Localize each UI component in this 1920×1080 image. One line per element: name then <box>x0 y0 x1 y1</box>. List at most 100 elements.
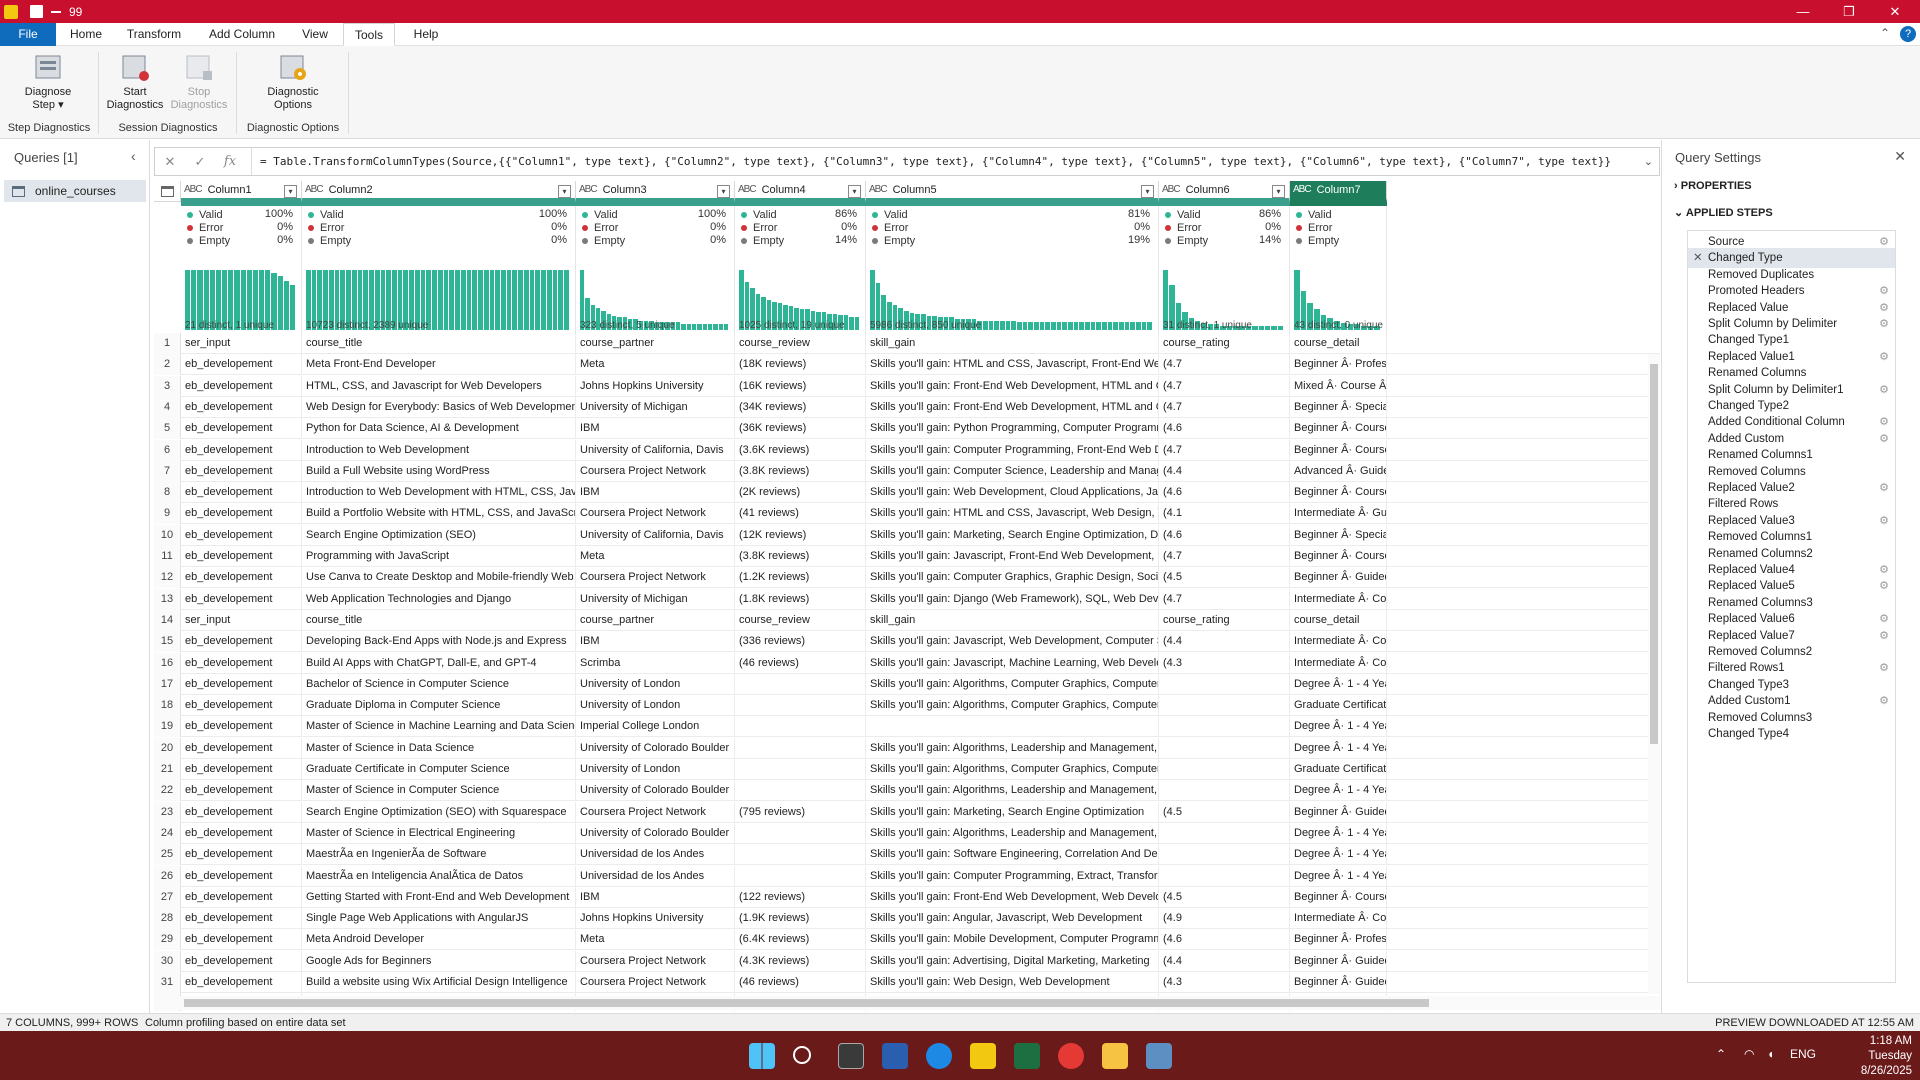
table-cell[interactable]: University of California, Davis <box>576 524 735 546</box>
row-number[interactable]: 10 <box>154 524 181 546</box>
power-bi-icon[interactable] <box>970 1043 996 1069</box>
table-cell[interactable]: Master of Science in Data Science <box>302 737 576 759</box>
table-cell[interactable]: (4.6 <box>1159 524 1290 546</box>
table-cell[interactable] <box>1159 822 1290 844</box>
table-cell[interactable]: (4.7 <box>1159 375 1290 397</box>
table-cell[interactable]: Introduction to Web Development with HTM… <box>302 482 576 504</box>
text-type-icon[interactable]: ABC <box>738 184 757 195</box>
table-cell[interactable]: IBM <box>576 418 735 440</box>
table-cell[interactable]: Scrimba <box>576 652 735 674</box>
table-cell[interactable]: University of London <box>576 673 735 695</box>
table-cell[interactable]: Degree Â· 1 - 4 Year <box>1290 844 1387 866</box>
applied-steps-section[interactable]: ⌄ APPLIED STEPS <box>1674 206 1773 219</box>
table-cell[interactable]: Master of Science in Machine Learning an… <box>302 716 576 738</box>
tab-help[interactable]: Help <box>404 23 448 46</box>
help-icon[interactable]: ? <box>1900 26 1916 42</box>
text-type-icon[interactable]: ABC <box>579 184 598 195</box>
table-cell[interactable]: course_partner <box>576 609 735 631</box>
table-cell[interactable]: (795 reviews) <box>735 801 866 823</box>
table-cell[interactable]: Coursera Project Network <box>576 567 735 589</box>
column-header-2[interactable]: ABC Column2 ▾ <box>302 181 576 202</box>
table-cell[interactable]: Skills you'll gain: Mobile Development, … <box>866 929 1159 951</box>
row-number[interactable]: 14 <box>154 609 181 631</box>
table-cell[interactable]: Degree Â· 1 - 4 Year <box>1290 737 1387 759</box>
table-cell[interactable]: University of Colorado Boulder <box>576 737 735 759</box>
table-cell[interactable]: course_detail <box>1290 609 1387 631</box>
table-cell[interactable]: Developing Back-End Apps with Node.js an… <box>302 631 576 653</box>
row-number[interactable]: 16 <box>154 652 181 674</box>
table-cell[interactable]: (336 reviews) <box>735 631 866 653</box>
volume-icon[interactable]: ◖ <box>1767 1047 1774 1061</box>
task-view-icon[interactable] <box>838 1043 864 1069</box>
row-number[interactable]: 26 <box>154 865 181 887</box>
table-cell[interactable]: (4.6 <box>1159 482 1290 504</box>
properties-section[interactable]: › PROPERTIES <box>1674 180 1752 192</box>
table-cell[interactable]: IBM <box>576 482 735 504</box>
table-cell[interactable]: Skills you'll gain: Algorithms, Computer… <box>866 695 1159 717</box>
table-cell[interactable]: Skills you'll gain: Algorithms, Computer… <box>866 759 1159 780</box>
table-cell[interactable]: Web Application Technologies and Django <box>302 588 576 610</box>
table-cell[interactable]: Meta Android Developer <box>302 929 576 951</box>
row-number[interactable]: 29 <box>154 929 181 951</box>
table-cell[interactable]: Skills you'll gain: Front-End Web Develo… <box>866 396 1159 418</box>
column-header-7[interactable]: ABC Column7 <box>1290 181 1387 202</box>
table-cell[interactable]: Skills you'll gain: Algorithms, Leadersh… <box>866 822 1159 844</box>
start-diagnostics-button[interactable]: Start Diagnostics <box>104 54 166 112</box>
text-type-icon[interactable]: ABC <box>184 184 203 195</box>
table-cell[interactable]: Master of Science in Computer Science <box>302 780 576 802</box>
table-cell[interactable]: eb_developement <box>181 950 302 972</box>
table-cell[interactable]: eb_developement <box>181 780 302 802</box>
table-cell[interactable]: MaestrÃa en IngenierÃa de Software <box>302 844 576 866</box>
table-cell[interactable]: (6.4K reviews) <box>735 929 866 951</box>
table-cell[interactable] <box>735 759 866 780</box>
fx-icon[interactable]: fx <box>215 154 245 169</box>
table-cell[interactable]: (4.4 <box>1159 950 1290 972</box>
applied-step[interactable]: Changed Type4 <box>1688 724 1895 744</box>
table-cell[interactable]: Universidad de los Andes <box>576 865 735 887</box>
close-button[interactable]: ✕ <box>1872 0 1918 23</box>
table-cell[interactable]: Imperial College London <box>576 716 735 738</box>
table-cell[interactable] <box>1159 759 1290 780</box>
table-cell[interactable]: Advanced Â· Guided <box>1290 460 1387 482</box>
table-cell[interactable]: (1.2K reviews) <box>735 567 866 589</box>
table-cell[interactable]: Coursera Project Network <box>576 950 735 972</box>
table-cell[interactable]: Beginner Â· Guided <box>1290 972 1387 993</box>
table-cell[interactable]: Beginner Â· Course <box>1290 482 1387 504</box>
collapse-queries-icon[interactable]: ‹ <box>131 148 136 164</box>
table-cell[interactable]: Meta Front-End Developer <box>302 354 576 376</box>
table-cell[interactable]: Coursera Project Network <box>576 972 735 993</box>
vertical-scrollbar[interactable] <box>1648 354 1660 994</box>
save-icon[interactable] <box>30 5 43 18</box>
table-cell[interactable]: eb_developement <box>181 524 302 546</box>
table-cell[interactable]: Graduate Certificat <box>1290 695 1387 717</box>
table-cell[interactable]: Beginner Â· Speciali <box>1290 396 1387 418</box>
row-number[interactable]: 15 <box>154 631 181 653</box>
table-cell[interactable]: (3.8K reviews) <box>735 460 866 482</box>
row-number[interactable]: 6 <box>154 439 181 461</box>
tab-tools[interactable]: Tools <box>343 23 395 46</box>
row-number[interactable]: 5 <box>154 418 181 440</box>
table-cell[interactable]: Skills you'll gain: HTML and CSS, Javasc… <box>866 503 1159 525</box>
filter-dropdown-icon[interactable]: ▾ <box>848 185 861 198</box>
table-cell[interactable]: eb_developement <box>181 418 302 440</box>
row-number[interactable]: 18 <box>154 695 181 717</box>
table-cell[interactable]: Skills you'll gain: Angular, Javascript,… <box>866 908 1159 930</box>
table-cell[interactable]: eb_developement <box>181 759 302 780</box>
table-cell[interactable]: IBM <box>576 886 735 908</box>
table-cell[interactable]: eb_developement <box>181 695 302 717</box>
table-cell[interactable]: (1.8K reviews) <box>735 588 866 610</box>
table-cell[interactable]: ser_input <box>181 333 302 354</box>
table-cell[interactable]: eb_developement <box>181 908 302 930</box>
table-cell[interactable]: Build a Portfolio Website with HTML, CSS… <box>302 503 576 525</box>
table-cell[interactable]: Beginner Â· Course <box>1290 886 1387 908</box>
table-cell[interactable]: Coursera Project Network <box>576 460 735 482</box>
row-number[interactable]: 12 <box>154 567 181 589</box>
table-cell[interactable]: Skills you'll gain: Software Engineering… <box>866 844 1159 866</box>
column-header-6[interactable]: ABC Column6 ▾ <box>1159 181 1290 202</box>
row-number[interactable]: 7 <box>154 460 181 482</box>
table-cell[interactable]: Web Design for Everybody: Basics of Web … <box>302 396 576 418</box>
edge-icon[interactable] <box>926 1043 952 1069</box>
row-number[interactable]: 22 <box>154 780 181 802</box>
table-cell[interactable]: Degree Â· 1 - 4 Year <box>1290 865 1387 887</box>
table-cell[interactable]: (36K reviews) <box>735 418 866 440</box>
